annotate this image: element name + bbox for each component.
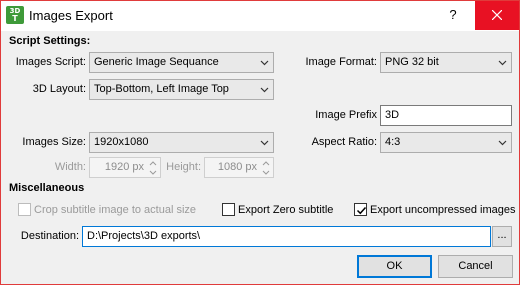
chevron-down-icon	[260, 87, 269, 93]
checkmark-icon	[356, 206, 367, 215]
3d-layout-label: 3D Layout:	[32, 83, 86, 95]
spin-up-icon[interactable]	[147, 159, 159, 168]
script-settings-heading: Script Settings:	[9, 35, 91, 47]
chevron-down-icon	[498, 60, 507, 66]
export-uncompressed-checkbox[interactable]	[354, 203, 367, 216]
chevron-down-icon	[260, 60, 269, 66]
export-zero-subtitle-checkbox[interactable]	[222, 203, 235, 216]
help-button[interactable]: ?	[434, 1, 472, 30]
spin-up-icon[interactable]	[260, 159, 272, 168]
title-bar: 3D T Images Export ?	[1, 1, 519, 31]
3d-layout-value: Top-Bottom, Left Image Top	[94, 83, 229, 95]
spin-down-icon[interactable]	[147, 168, 159, 177]
cancel-button[interactable]: Cancel	[438, 255, 513, 278]
browse-button[interactable]: ...	[492, 226, 512, 247]
images-script-combo[interactable]: Generic Image Sequance	[89, 52, 274, 73]
crop-subtitle-label: Crop subtitle image to actual size	[34, 204, 197, 216]
app-3d-icon: 3D T	[6, 6, 24, 24]
3d-layout-combo[interactable]: Top-Bottom, Left Image Top	[89, 79, 274, 100]
image-format-value: PNG 32 bit	[385, 56, 439, 68]
images-script-value: Generic Image Sequance	[94, 56, 219, 68]
close-button[interactable]	[475, 1, 519, 30]
width-value: 1920 px	[104, 161, 144, 173]
destination-label: Destination:	[20, 230, 79, 242]
spin-down-icon[interactable]	[260, 168, 272, 177]
window-title: Images Export	[29, 8, 113, 23]
height-value: 1080 px	[217, 161, 257, 173]
aspect-ratio-label: Aspect Ratio:	[311, 136, 377, 148]
image-prefix-label: Image Prefix	[315, 109, 377, 121]
images-export-dialog: 3D T Images Export ? Script Settings: Im…	[0, 0, 520, 285]
images-size-combo[interactable]: 1920x1080	[89, 132, 274, 153]
height-label: Height:	[166, 161, 201, 173]
width-spinbox[interactable]: 1920 px	[89, 157, 161, 178]
images-size-label: Images Size:	[22, 136, 86, 148]
export-zero-subtitle-label: Export Zero subtitle	[238, 204, 334, 216]
chevron-down-icon	[498, 140, 507, 146]
crop-subtitle-checkbox[interactable]	[18, 203, 31, 216]
close-icon	[492, 10, 502, 20]
chevron-down-icon	[260, 140, 269, 146]
height-spinbox[interactable]: 1080 px	[204, 157, 274, 178]
export-uncompressed-label: Export uncompressed images	[370, 204, 516, 216]
aspect-ratio-combo[interactable]: 4:3	[380, 132, 512, 153]
image-format-combo[interactable]: PNG 32 bit	[380, 52, 512, 73]
width-label: Width:	[54, 161, 86, 173]
images-size-value: 1920x1080	[94, 136, 149, 148]
image-prefix-value: 3D	[385, 109, 400, 121]
aspect-ratio-value: 4:3	[385, 136, 401, 148]
ok-button[interactable]: OK	[357, 255, 432, 278]
image-format-label: Image Format:	[305, 56, 377, 68]
destination-input[interactable]: D:\Projects\3D exports\	[82, 226, 491, 247]
miscellaneous-heading: Miscellaneous	[9, 182, 85, 194]
image-prefix-input[interactable]: 3D	[380, 105, 512, 126]
images-script-label: Images Script:	[15, 56, 86, 68]
destination-value: D:\Projects\3D exports\	[87, 230, 201, 242]
